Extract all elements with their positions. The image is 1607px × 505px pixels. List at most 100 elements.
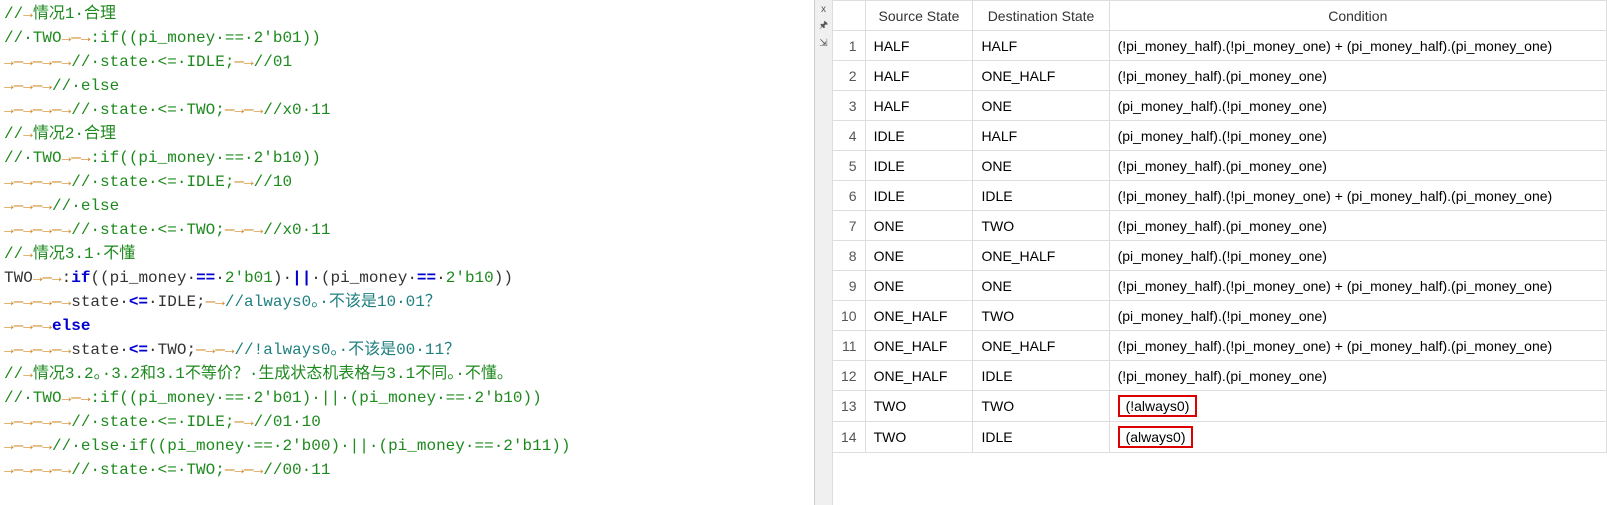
token: →—→—→—→ <box>4 173 71 191</box>
token: //x0·11 <box>263 221 330 239</box>
token: //·state·<=·IDLE; <box>71 173 234 191</box>
code-line[interactable]: //→情况2·合理 <box>4 122 810 146</box>
token: → <box>23 5 33 23</box>
token: ((pi_money· <box>90 269 196 287</box>
highlight-box: (always0) <box>1118 426 1194 448</box>
token: TWO <box>4 269 33 287</box>
token: //10 <box>254 173 292 191</box>
token: //·TWO <box>4 149 62 167</box>
panel-toolbar: x 🖈 ⇲ <box>815 0 833 505</box>
token: —→ <box>234 53 253 71</box>
code-line[interactable]: //→情况3.2。·3.2和3.1不等价？·生成状态机表格与3.1不同。·不懂。 <box>4 362 810 386</box>
code-line[interactable]: →—→—→—→//·state·<=·TWO;—→—→//x0·11 <box>4 98 810 122</box>
code-line[interactable]: TWO→—→:if((pi_money·==·2'b01)·||·(pi_mon… <box>4 266 810 290</box>
row-number: 12 <box>833 361 865 391</box>
token: <= <box>129 341 148 359</box>
table-row[interactable]: 13TWOTWO(!always0) <box>833 391 1607 422</box>
token: →—→—→—→ <box>4 101 71 119</box>
row-number: 7 <box>833 211 865 241</box>
table-row[interactable]: 8ONEONE_HALF(pi_money_half).(!pi_money_o… <box>833 241 1607 271</box>
cell-source: HALF <box>865 61 973 91</box>
cell-condition: (!pi_money_half).(!pi_money_one) + (pi_m… <box>1109 181 1606 211</box>
table-row[interactable]: 4IDLEHALF(pi_money_half).(!pi_money_one) <box>833 121 1607 151</box>
cell-destination: IDLE <box>973 361 1109 391</box>
code-line[interactable]: //·TWO→—→:if((pi_money·==·2'b10)) <box>4 146 810 170</box>
token: —→—→ <box>225 221 263 239</box>
cell-condition: (pi_money_half).(!pi_money_one) <box>1109 121 1606 151</box>
token: else <box>52 317 90 335</box>
cell-condition: (always0) <box>1109 422 1606 453</box>
table-row[interactable]: 6IDLEIDLE(!pi_money_half).(!pi_money_one… <box>833 181 1607 211</box>
code-line[interactable]: →—→—→—→state·<=·TWO;—→—→//!always0。·不该是0… <box>4 338 810 362</box>
dock-icon[interactable]: ⇲ <box>819 38 827 49</box>
close-icon[interactable]: x <box>821 4 826 15</box>
token: == <box>417 269 436 287</box>
token: == <box>196 269 215 287</box>
table-row[interactable]: 5IDLEONE(!pi_money_half).(pi_money_one) <box>833 151 1607 181</box>
code-line[interactable]: →—→—→—→//·state·<=·IDLE;—→//01·10 <box>4 410 810 434</box>
code-line[interactable]: →—→—→//·else <box>4 194 810 218</box>
row-number: 10 <box>833 301 865 331</box>
token: //01 <box>254 53 292 71</box>
cell-destination: TWO <box>973 301 1109 331</box>
cell-destination: HALF <box>973 31 1109 61</box>
token: || <box>292 269 311 287</box>
token: →—→—→—→ <box>4 53 71 71</box>
token: 2'b01 <box>225 269 273 287</box>
token: 2'b10 <box>446 269 494 287</box>
table-scroll[interactable]: Source State Destination State Condition… <box>833 0 1607 505</box>
cell-condition: (!always0) <box>1109 391 1606 422</box>
code-line[interactable]: //→情况1·合理 <box>4 2 810 26</box>
token: →—→ <box>33 269 62 287</box>
row-number: 9 <box>833 271 865 301</box>
token: —→—→ <box>196 341 234 359</box>
col-condition[interactable]: Condition <box>1109 1 1606 31</box>
cell-destination: IDLE <box>973 422 1109 453</box>
code-editor[interactable]: //→情况1·合理//·TWO→—→:if((pi_money·==·2'b01… <box>0 0 815 505</box>
token: →—→—→ <box>4 77 52 95</box>
code-line[interactable]: →—→—→//·else·if((pi_money·==·2'b00)·||·(… <box>4 434 810 458</box>
token: → <box>23 365 33 383</box>
cell-source: ONE <box>865 211 973 241</box>
token: )) <box>494 269 513 287</box>
table-row[interactable]: 12ONE_HALFIDLE(!pi_money_half).(pi_money… <box>833 361 1607 391</box>
table-row[interactable]: 10ONE_HALFTWO(pi_money_half).(!pi_money_… <box>833 301 1607 331</box>
code-line[interactable]: →—→—→—→//·state·<=·IDLE;—→//01 <box>4 50 810 74</box>
code-line[interactable]: //→情况3.1·不懂 <box>4 242 810 266</box>
cell-source: ONE <box>865 241 973 271</box>
table-row[interactable]: 2HALFONE_HALF(!pi_money_half).(pi_money_… <box>833 61 1607 91</box>
pin-icon[interactable]: 🖈 <box>819 18 828 35</box>
table-row[interactable]: 7ONETWO(!pi_money_half).(pi_money_one) <box>833 211 1607 241</box>
cell-destination: ONE_HALF <box>973 241 1109 271</box>
cell-source: TWO <box>865 422 973 453</box>
table-row[interactable]: 3HALFONE(pi_money_half).(!pi_money_one) <box>833 91 1607 121</box>
col-source[interactable]: Source State <box>865 1 973 31</box>
token: : <box>62 269 72 287</box>
code-line[interactable]: →—→—→—→//·state·<=·TWO;—→—→//00·11 <box>4 458 810 482</box>
table-row[interactable]: 9ONEONE(!pi_money_half).(!pi_money_one) … <box>833 271 1607 301</box>
code-line[interactable]: //·TWO→—→:if((pi_money·==·2'b01)) <box>4 26 810 50</box>
col-destination[interactable]: Destination State <box>973 1 1109 31</box>
fsm-table: Source State Destination State Condition… <box>833 0 1607 453</box>
highlight-box: (!always0) <box>1118 395 1198 417</box>
token: → <box>23 125 33 143</box>
cell-condition: (pi_money_half).(!pi_money_one) <box>1109 91 1606 121</box>
cell-condition: (!pi_money_half).(pi_money_one) <box>1109 151 1606 181</box>
code-line[interactable]: →—→—→—→//·state·<=·TWO;—→—→//x0·11 <box>4 218 810 242</box>
row-number: 13 <box>833 391 865 422</box>
cell-source: HALF <box>865 91 973 121</box>
row-number: 3 <box>833 91 865 121</box>
code-line[interactable]: →—→—→else <box>4 314 810 338</box>
table-row[interactable]: 11ONE_HALFONE_HALF(!pi_money_half).(!pi_… <box>833 331 1607 361</box>
code-line[interactable]: →—→—→//·else <box>4 74 810 98</box>
token: :if((pi_money·==·2'b01)) <box>90 29 320 47</box>
token: // <box>4 125 23 143</box>
code-line[interactable]: →—→—→—→//·state·<=·IDLE;—→//10 <box>4 170 810 194</box>
cell-destination: HALF <box>973 121 1109 151</box>
code-line[interactable]: →—→—→—→state·<=·IDLE;—→//always0。·不该是10·… <box>4 290 810 314</box>
table-row[interactable]: 14TWOIDLE(always0) <box>833 422 1607 453</box>
table-row[interactable]: 1HALFHALF(!pi_money_half).(!pi_money_one… <box>833 31 1607 61</box>
token: →—→—→ <box>4 317 52 335</box>
token: · <box>215 269 225 287</box>
code-line[interactable]: //·TWO→—→:if((pi_money·==·2'b01)·||·(pi_… <box>4 386 810 410</box>
